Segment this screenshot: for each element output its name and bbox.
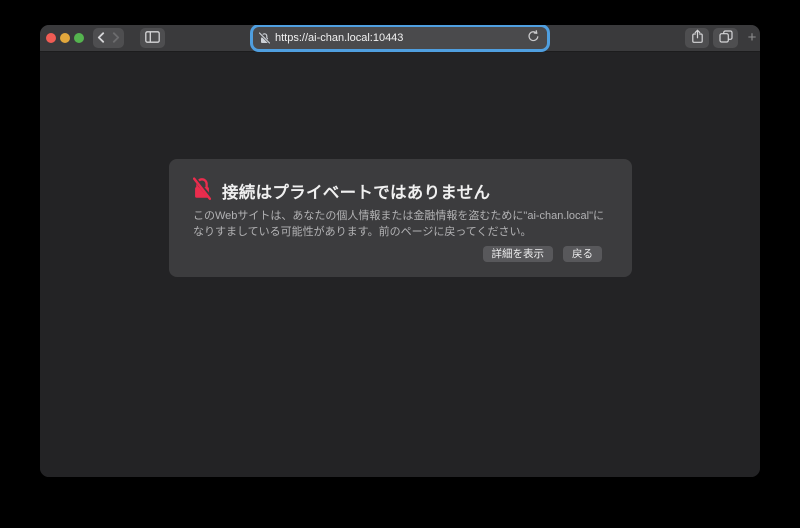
- red-slashed-lock-icon: [193, 176, 211, 206]
- traffic-light-minimize-button[interactable]: [60, 33, 70, 43]
- go-back-button[interactable]: 戻る: [563, 246, 602, 262]
- history-nav-group: [93, 28, 124, 48]
- tab-overview-button[interactable]: [713, 28, 738, 48]
- new-tab-button[interactable]: +: [744, 28, 760, 48]
- traffic-light-close-button[interactable]: [46, 33, 56, 43]
- forward-button[interactable]: [109, 28, 125, 48]
- show-details-button[interactable]: 詳細を表示: [483, 246, 554, 262]
- chevron-left-icon: [97, 31, 105, 46]
- reload-icon: [527, 30, 539, 46]
- back-button[interactable]: [93, 28, 109, 48]
- alert-body: このWebサイトは、あなたの個人情報または金融情報を盗むために"ai-chan.…: [193, 208, 613, 240]
- browser-window: https://ai-chan.local:10443: [40, 25, 760, 477]
- alert-title: 接続はプライベートではありません: [222, 179, 490, 203]
- url-text: https://ai-chan.local:10443: [275, 32, 527, 44]
- sidebar-toggle-button[interactable]: [140, 28, 165, 48]
- alert-actions: 詳細を表示 戻る: [483, 246, 603, 262]
- reload-button[interactable]: [527, 30, 539, 46]
- chevron-right-icon: [112, 31, 120, 46]
- desktop: { "toolbar": { "url": "https://ai-chan.l…: [0, 0, 800, 528]
- traffic-light-zoom-button[interactable]: [74, 33, 84, 43]
- alert-header: 接続はプライベートではありません: [193, 176, 490, 206]
- address-bar[interactable]: https://ai-chan.local:10443: [253, 27, 547, 49]
- toolbar: https://ai-chan.local:10443: [40, 25, 760, 52]
- overlapping-squares-icon: [719, 30, 733, 46]
- sidebar-icon: [145, 31, 160, 46]
- share-button[interactable]: [685, 28, 709, 48]
- page-content: 接続はプライベートではありません このWebサイトは、あなたの個人情報または金融…: [40, 52, 760, 477]
- certificate-warning-dialog: 接続はプライベートではありません このWebサイトは、あなたの個人情報または金融…: [169, 159, 632, 277]
- insecure-lock-icon: [259, 32, 270, 44]
- share-icon: [691, 29, 704, 47]
